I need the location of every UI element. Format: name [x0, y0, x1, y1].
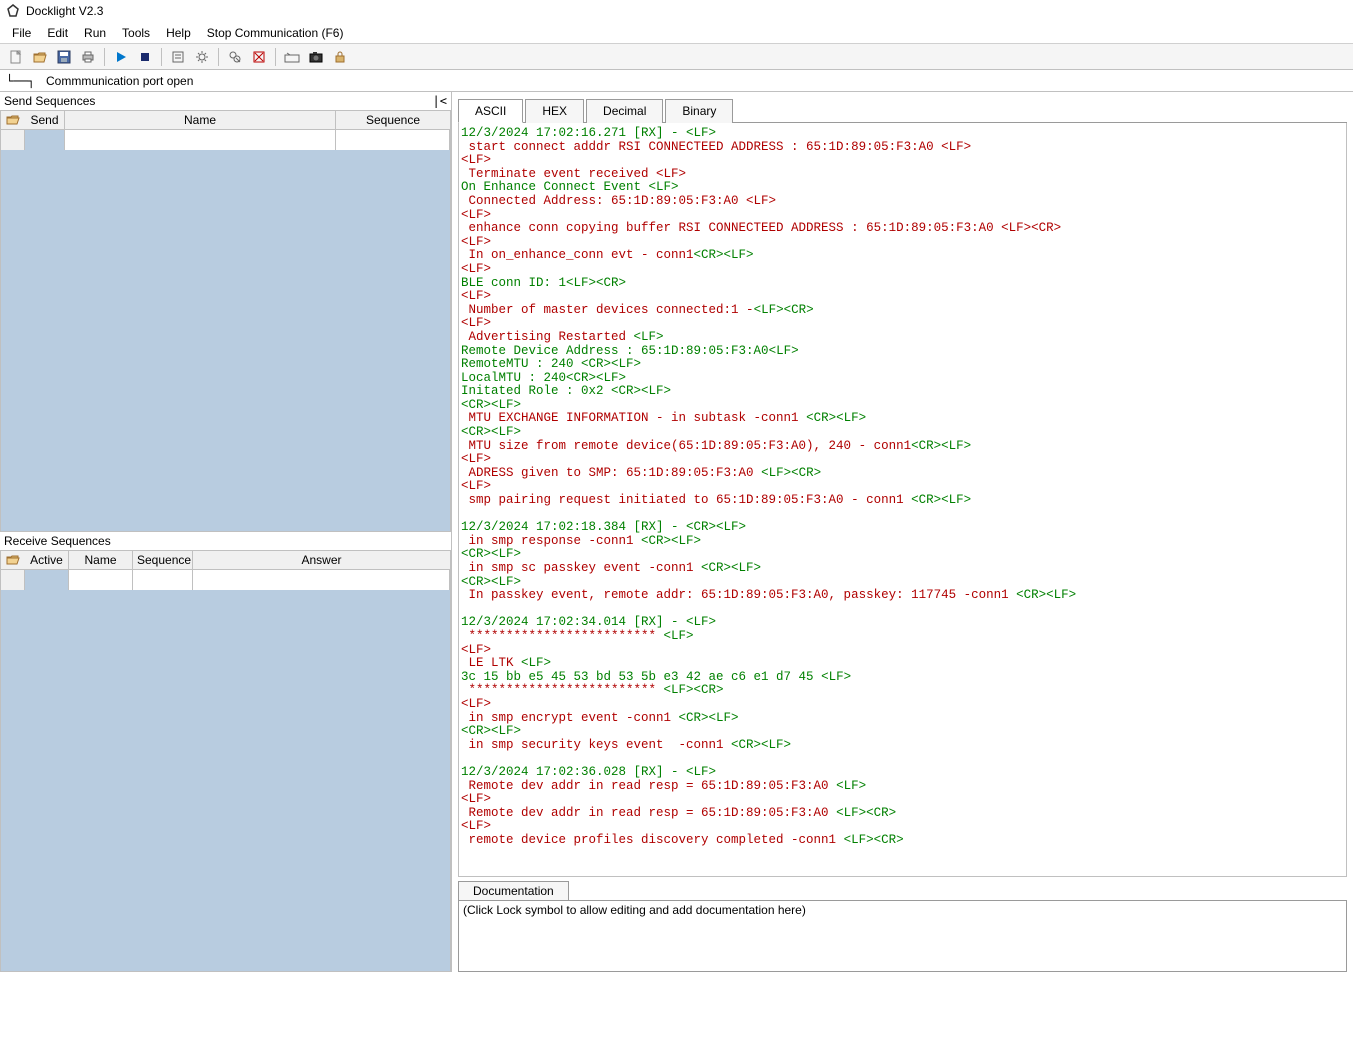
recv-col-answer[interactable]: Answer	[193, 551, 450, 569]
receive-sequences-title: Receive Sequences	[4, 534, 111, 548]
menu-help[interactable]: Help	[158, 24, 199, 42]
toolbar-separator	[161, 48, 162, 66]
notebook-icon[interactable]	[168, 47, 188, 67]
snapshot-icon[interactable]	[306, 47, 326, 67]
send-col-name[interactable]: Name	[65, 111, 336, 129]
send-col-seq[interactable]: Sequence	[336, 111, 450, 129]
recv-grid-body	[0, 570, 451, 972]
send-header-icon	[1, 111, 25, 129]
toolbar-separator	[218, 48, 219, 66]
recv-answer-input[interactable]	[193, 570, 450, 590]
send-name-input[interactable]	[65, 130, 336, 150]
menu-tools[interactable]: Tools	[114, 24, 158, 42]
recv-seq-input[interactable]	[133, 570, 193, 590]
tab-documentation[interactable]: Documentation	[458, 881, 569, 900]
app-title: Docklight V2.3	[26, 4, 103, 18]
toolbar-separator	[275, 48, 276, 66]
open-icon[interactable]	[30, 47, 50, 67]
left-panel: Send Sequences |< Send Name Sequence Rec…	[0, 92, 452, 972]
recv-col-active[interactable]: Active	[25, 551, 69, 569]
tab-ascii[interactable]: ASCII	[458, 99, 523, 123]
tab-binary[interactable]: Binary	[665, 99, 733, 123]
stop-icon[interactable]	[135, 47, 155, 67]
title-bar: Docklight V2.3	[0, 0, 1353, 22]
recv-name-input[interactable]	[69, 570, 133, 590]
play-icon[interactable]	[111, 47, 131, 67]
keyboard-icon[interactable]	[282, 47, 302, 67]
comm-port-icon: └──┐	[6, 74, 46, 88]
send-empty-row[interactable]	[1, 130, 450, 150]
print-icon[interactable]	[78, 47, 98, 67]
collapse-left-icon[interactable]: |<	[433, 94, 447, 108]
comm-status-bar: └──┐ Commmunication port open	[0, 70, 1353, 92]
recv-grid-header: Active Name Sequence Answer	[0, 550, 451, 570]
recv-col-name[interactable]: Name	[69, 551, 133, 569]
documentation-hint: (Click Lock symbol to allow editing and …	[463, 903, 806, 917]
send-seq-input[interactable]	[336, 130, 450, 150]
menu-file[interactable]: File	[4, 24, 39, 42]
recv-header-icon	[1, 551, 25, 569]
toolbar	[0, 44, 1353, 70]
communication-log[interactable]: 12/3/2024 17:02:16.271 [RX] - <LF> start…	[458, 123, 1347, 877]
save-icon[interactable]	[54, 47, 74, 67]
log-tabs: ASCII HEX Decimal Binary	[458, 98, 1347, 123]
send-sequences-title: Send Sequences	[4, 94, 95, 108]
find-icon[interactable]	[225, 47, 245, 67]
documentation-body[interactable]: (Click Lock symbol to allow editing and …	[458, 900, 1347, 972]
main-area: Send Sequences |< Send Name Sequence Rec…	[0, 92, 1353, 972]
menu-run[interactable]: Run	[76, 24, 114, 42]
toolbar-separator	[104, 48, 105, 66]
tab-decimal[interactable]: Decimal	[586, 99, 663, 123]
recv-empty-row[interactable]	[1, 570, 450, 590]
menu-edit[interactable]: Edit	[39, 24, 76, 42]
settings-icon[interactable]	[192, 47, 212, 67]
send-grid-header: Send Name Sequence	[0, 110, 451, 130]
comm-status-text: Commmunication port open	[46, 74, 193, 88]
menu-stop-communication[interactable]: Stop Communication (F6)	[199, 24, 352, 42]
new-icon[interactable]	[6, 47, 26, 67]
tab-hex[interactable]: HEX	[525, 99, 584, 123]
receive-sequences-title-row: Receive Sequences	[0, 532, 451, 550]
send-col-send[interactable]: Send	[25, 111, 65, 129]
menu-bar: File Edit Run Tools Help Stop Communicat…	[0, 22, 1353, 44]
recv-col-seq[interactable]: Sequence	[133, 551, 193, 569]
app-logo-icon	[6, 4, 20, 18]
send-sequences-title-row: Send Sequences |<	[0, 92, 451, 110]
right-panel: ASCII HEX Decimal Binary 12/3/2024 17:02…	[452, 92, 1353, 972]
lock-icon[interactable]	[330, 47, 350, 67]
documentation-tab-row: Documentation	[458, 881, 1347, 900]
clear-icon[interactable]	[249, 47, 269, 67]
send-grid-body	[0, 130, 451, 532]
